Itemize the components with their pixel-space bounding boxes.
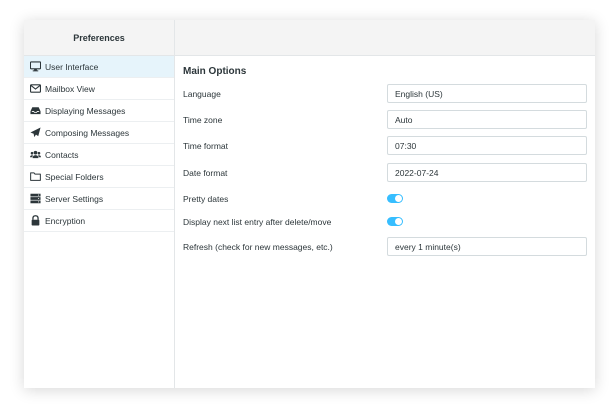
sidebar-item-displaying-messages[interactable]: Displaying Messages — [24, 100, 174, 122]
sidebar-item-special-folders[interactable]: Special Folders — [24, 166, 174, 188]
sidebar-item-server-settings[interactable]: Server Settings — [24, 188, 174, 210]
sidebar-item-label: User Interface — [45, 61, 99, 72]
timezone-label: Time zone — [183, 114, 223, 125]
sidebar-item-label: Encryption — [45, 215, 86, 226]
users-icon — [29, 149, 42, 161]
date-format-select[interactable]: 2022-07-24 — [387, 163, 587, 182]
timezone-row: Time zone Auto — [183, 109, 587, 130]
main-header-bar — [175, 20, 595, 56]
sidebar-item-user-interface[interactable]: User Interface — [24, 56, 174, 78]
time-format-label: Time format — [183, 140, 229, 151]
time-format-select[interactable]: 07:30 — [387, 136, 587, 155]
time-format-row: Time format 07:30 — [183, 135, 587, 156]
language-label: Language — [183, 88, 221, 99]
section-title: Main Options — [183, 66, 247, 77]
display-next-row: Display next list entry after delete/mov… — [183, 211, 587, 232]
pretty-dates-toggle[interactable] — [387, 194, 403, 203]
envelope-icon — [29, 83, 42, 95]
pretty-dates-label: Pretty dates — [183, 193, 229, 204]
sidebar-list: User Interface Mailbox View Displaying M… — [24, 56, 174, 232]
refresh-select[interactable]: every 1 minute(s) — [387, 237, 587, 256]
date-format-label: Date format — [183, 167, 228, 178]
refresh-row: Refresh (check for new messages, etc.) e… — [183, 236, 587, 257]
monitor-icon — [29, 61, 42, 73]
date-format-row: Date format 2022-07-24 — [183, 162, 587, 183]
pretty-dates-row: Pretty dates — [183, 188, 587, 209]
preferences-window: Preferences User Interface Mailbox View … — [24, 20, 595, 388]
sidebar-item-label: Displaying Messages — [45, 105, 126, 116]
sidebar-item-composing-messages[interactable]: Composing Messages — [24, 122, 174, 144]
preferences-sidebar: Preferences User Interface Mailbox View … — [24, 20, 175, 388]
sidebar-item-encryption[interactable]: Encryption — [24, 210, 174, 232]
sidebar-item-label: Contacts — [45, 149, 79, 160]
display-next-label: Display next list entry after delete/mov… — [183, 216, 332, 227]
language-row: Language English (US) — [183, 83, 587, 104]
preferences-main-panel: Main Options Language English (US) Time … — [175, 20, 595, 388]
timezone-select[interactable]: Auto — [387, 110, 587, 129]
toggle-knob — [395, 195, 402, 202]
display-next-toggle[interactable] — [387, 217, 403, 226]
paper-plane-icon — [29, 127, 42, 139]
lock-icon — [29, 215, 42, 227]
pretty-dates-toggle-container — [387, 194, 587, 203]
sidebar-title: Preferences — [24, 20, 174, 56]
server-icon — [29, 193, 42, 205]
sidebar-item-label: Composing Messages — [45, 127, 130, 138]
language-select[interactable]: English (US) — [387, 84, 587, 103]
sidebar-item-mailbox-view[interactable]: Mailbox View — [24, 78, 174, 100]
sidebar-item-label: Mailbox View — [45, 83, 95, 94]
sidebar-item-contacts[interactable]: Contacts — [24, 144, 174, 166]
folder-icon — [29, 171, 42, 183]
sidebar-item-label: Special Folders — [45, 171, 104, 182]
sidebar-item-label: Server Settings — [45, 193, 104, 204]
toggle-knob — [395, 218, 402, 225]
refresh-label: Refresh (check for new messages, etc.) — [183, 241, 333, 252]
display-next-toggle-container — [387, 217, 587, 226]
inbox-tray-icon — [29, 105, 42, 117]
